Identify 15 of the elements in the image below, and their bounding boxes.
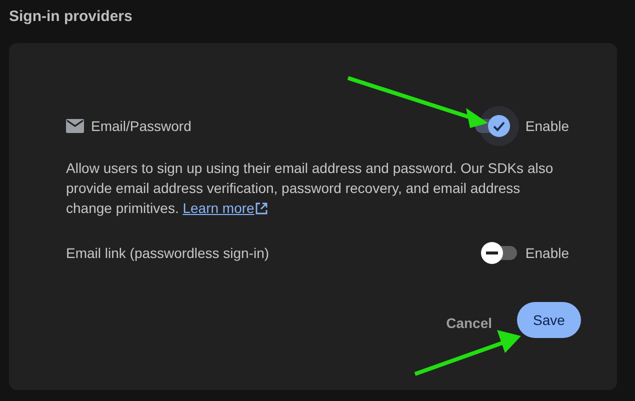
minus-icon <box>486 251 498 255</box>
description-text: Allow users to sign up using their email address and password. Our SDKs also provide email address verification, password recovery, and email address change primitives. Learn more <box>66 159 554 218</box>
check-icon <box>492 119 506 133</box>
mail-icon <box>66 119 84 133</box>
toggle-switch[interactable] <box>473 106 520 146</box>
save-button[interactable]: Save <box>517 302 581 338</box>
toggle-switch[interactable] <box>483 242 520 264</box>
toggle-label: Enable <box>525 244 569 262</box>
provider-label: Email link (passwordless sign-in) <box>66 244 270 263</box>
provider-label: Email/Password <box>91 116 192 136</box>
external-link-icon <box>255 202 268 214</box>
learn-more-link[interactable]: Learn more <box>182 198 268 218</box>
cancel-button[interactable]: Cancel <box>446 306 492 334</box>
section-title: Sign-in providers <box>9 7 132 27</box>
toggle-label: Enable <box>525 116 569 136</box>
